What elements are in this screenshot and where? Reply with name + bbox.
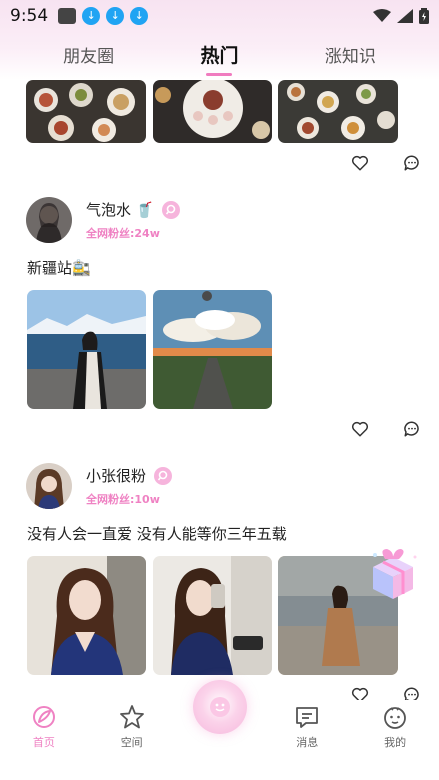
food-image-2[interactable] [153,80,272,143]
status-bar: 9:54 ↓ ↓ ↓ [0,0,439,32]
signal-icon [397,9,413,23]
download-icon: ↓ [82,7,101,25]
battery-icon [419,8,429,24]
post-image-portrait-1[interactable] [27,556,146,675]
nav-profile-label: 我的 [384,736,407,749]
smile-face-icon [210,697,230,717]
fan-count: 全网粉丝:24w [86,227,160,240]
food-image-3[interactable] [278,80,398,143]
comment-icon[interactable] [403,686,421,700]
tab-knowledge[interactable]: 涨知识 [311,42,390,67]
message-icon [296,707,319,728]
nav-home-label: 首页 [32,736,55,749]
tab-hot[interactable]: 热门 [186,41,252,68]
nav-space[interactable]: 空间 [102,704,162,750]
post-header: 小张很粉 全网粉丝:10w [26,463,173,509]
like-icon[interactable] [351,686,369,700]
post-image-portrait-2[interactable] [153,556,272,675]
post-actions [351,686,421,700]
comment-icon[interactable] [403,154,421,172]
star-icon [119,705,144,729]
like-icon[interactable] [351,420,369,438]
verified-badge-icon [154,466,173,485]
post-header: 气泡水 🥤 全网粉丝:24w [26,197,180,243]
center-action-button[interactable] [193,680,247,734]
status-time: 9:54 [10,6,49,26]
verified-badge-icon [161,200,180,219]
nav-profile[interactable]: 我的 [365,704,425,750]
post-text: 没有人会一直爱 没有人能等你三年五载 [27,525,287,543]
author-name[interactable]: 气泡水 [86,199,131,220]
author-name[interactable]: 小张很粉 [86,465,146,486]
download-icon: ↓ [106,7,125,25]
header: 9:54 ↓ ↓ ↓ 朋友圈 热门 涨知识 [0,0,439,80]
tab-bar: 朋友圈 热门 涨知识 [0,32,439,76]
home-icon [32,706,55,728]
avatar[interactable] [26,463,72,509]
avatar[interactable] [26,197,72,243]
comment-icon[interactable] [403,420,421,438]
wifi-icon [373,9,391,22]
nav-messages-label: 消息 [296,736,319,749]
gift-box-icon[interactable] [365,545,421,601]
nav-home[interactable]: 首页 [14,704,74,750]
mail-icon [58,7,77,25]
download-icon: ↓ [130,7,149,25]
post-actions [351,420,421,438]
nav-space-label: 空间 [120,736,143,749]
post-image-road-sunset[interactable] [153,290,272,409]
nav-messages[interactable]: 消息 [277,704,337,750]
fan-count: 全网粉丝:10w [86,493,160,506]
post-actions [351,154,421,172]
post-image-girl-lake[interactable] [27,290,146,409]
author-name-emoji: 🥤 [135,200,154,219]
face-icon [384,707,406,729]
post-text: 新疆站🚉 [27,259,91,277]
feed[interactable]: 气泡水 🥤 全网粉丝:24w 新疆站🚉 小张很粉 全网粉丝:10w 没有人会一直… [0,80,439,700]
like-icon[interactable] [351,154,369,172]
tab-friends[interactable]: 朋友圈 [49,42,128,67]
food-image-1[interactable] [26,80,146,143]
